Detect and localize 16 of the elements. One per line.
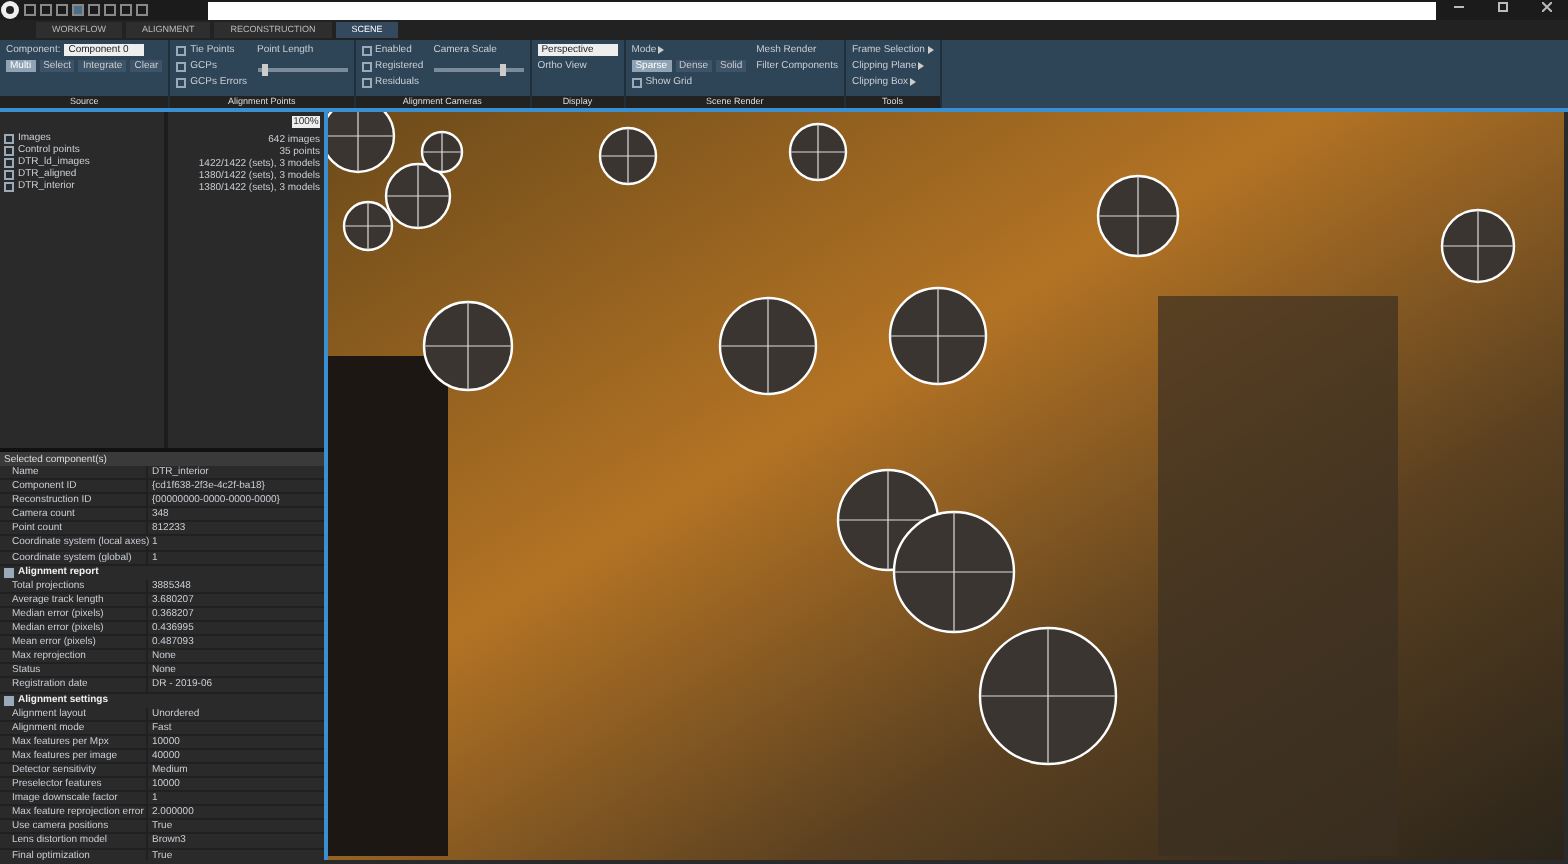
caret-icon[interactable] xyxy=(658,46,665,54)
checkbox[interactable] xyxy=(361,45,372,55)
checkbox[interactable] xyxy=(361,77,372,87)
slider-thumb[interactable] xyxy=(261,64,268,76)
checkbox[interactable] xyxy=(361,61,372,71)
close-icon[interactable] xyxy=(1541,2,1551,13)
slider-thumb[interactable] xyxy=(500,64,507,76)
search-field[interactable] xyxy=(208,1,1436,19)
maximize-icon[interactable] xyxy=(1497,2,1507,13)
checkbox[interactable] xyxy=(176,77,187,87)
checkbox[interactable] xyxy=(176,45,187,55)
checkbox[interactable] xyxy=(176,61,187,71)
expand-icon[interactable] xyxy=(4,695,14,706)
minimize-icon[interactable] xyxy=(1453,2,1463,13)
checkbox[interactable] xyxy=(631,77,642,87)
expand-icon[interactable] xyxy=(4,567,14,578)
